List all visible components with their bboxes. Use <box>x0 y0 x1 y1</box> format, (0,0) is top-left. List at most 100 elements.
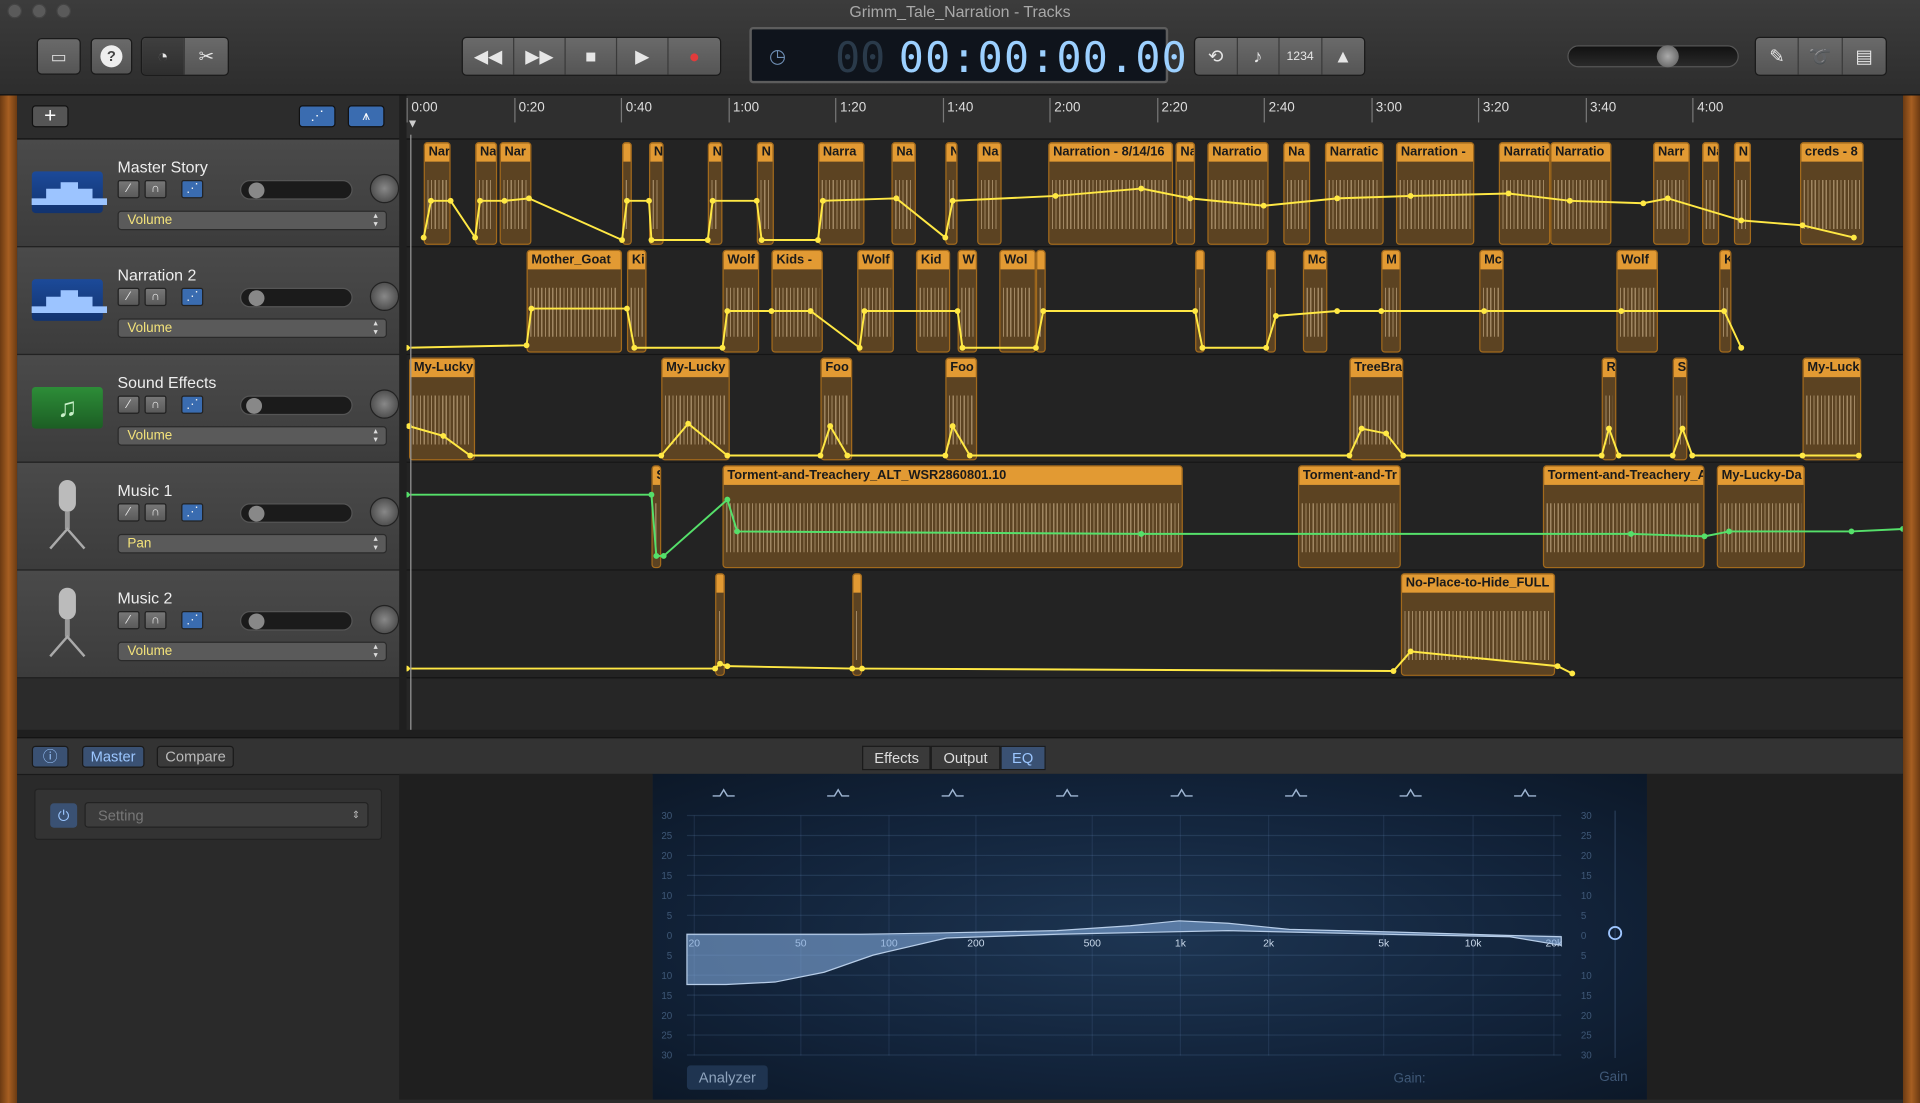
track-volume-slider[interactable] <box>240 180 353 200</box>
automation-point[interactable] <box>959 344 966 351</box>
automation-point[interactable] <box>861 308 868 314</box>
automation-point[interactable] <box>1199 344 1206 351</box>
automation-button[interactable]: ⋰ <box>181 287 204 307</box>
automation-point[interactable] <box>712 665 719 672</box>
mute-button[interactable]: ⁄ <box>117 287 140 307</box>
count-in-button[interactable]: 1234 <box>1280 37 1322 75</box>
track-header-sound-effects[interactable]: ♫ Sound Effects ⁄ ∩ ⋰ Volume <box>17 355 400 463</box>
pan-knob[interactable] <box>369 173 400 204</box>
automation-point[interactable] <box>704 237 711 243</box>
media-browser-button[interactable]: ▤ <box>1842 38 1885 75</box>
headphones-button[interactable]: ∩ <box>144 395 167 414</box>
automation-point[interactable] <box>1481 308 1488 314</box>
compare-button[interactable]: Compare <box>156 745 235 768</box>
peak-band-icon[interactable] <box>1056 788 1079 797</box>
automation-point[interactable] <box>1390 668 1397 674</box>
automation-button[interactable]: ⋰ <box>181 611 204 630</box>
track-volume-knob[interactable] <box>248 290 265 307</box>
add-track-button[interactable]: + <box>31 105 69 128</box>
automation-point[interactable] <box>827 423 834 430</box>
automation-point[interactable] <box>528 305 535 312</box>
playhead-line[interactable] <box>410 134 412 730</box>
record-button[interactable]: ● <box>669 38 720 75</box>
lowshelf-band-icon[interactable] <box>827 788 850 797</box>
headphones-button[interactable]: ∩ <box>144 180 167 199</box>
automation-point[interactable] <box>477 197 483 204</box>
automation-point[interactable] <box>815 237 821 243</box>
automation-point[interactable] <box>1606 425 1612 432</box>
track-volume-knob[interactable] <box>248 182 265 199</box>
tab-output[interactable]: Output <box>931 745 1000 771</box>
automation-point[interactable] <box>1032 344 1039 351</box>
automation-point[interactable] <box>440 432 447 439</box>
cycle-button[interactable]: ⟲ <box>1195 37 1238 75</box>
automation-parameter-select[interactable]: Volume <box>117 426 387 446</box>
headphones-button[interactable]: ∩ <box>144 503 167 522</box>
editors-button[interactable]: ✂ <box>185 38 228 75</box>
automation-button[interactable]: ⋰ <box>181 180 204 199</box>
smart-controls-button[interactable]: ◔ <box>142 37 185 75</box>
metronome-button[interactable]: ▲ <box>1322 38 1364 75</box>
automation-point[interactable] <box>1358 425 1365 432</box>
tab-eq[interactable]: EQ <box>999 745 1046 771</box>
tuner-button[interactable]: ♪ <box>1237 37 1280 75</box>
automation-point[interactable] <box>1618 308 1625 314</box>
tab-effects[interactable]: Effects <box>862 745 932 771</box>
mute-button[interactable]: ⁄ <box>117 503 140 522</box>
power-button[interactable]: ⏻ <box>50 803 78 828</box>
automation-point[interactable] <box>758 237 765 243</box>
automation-point[interactable] <box>1260 202 1267 209</box>
automation-button[interactable]: ⋰ <box>181 503 204 522</box>
automation-curve[interactable] <box>422 187 1855 242</box>
automation-point[interactable] <box>1738 217 1745 224</box>
automation-point[interactable] <box>1334 308 1341 314</box>
automation-point[interactable] <box>523 342 530 349</box>
automation-point[interactable] <box>1383 430 1390 437</box>
automation-point[interactable] <box>966 452 973 459</box>
automation-point[interactable] <box>734 528 741 535</box>
mute-button[interactable]: ⁄ <box>117 180 140 199</box>
automation-parameter-select[interactable]: Pan <box>117 533 387 554</box>
automation-point[interactable] <box>819 197 826 204</box>
automation-parameter-select[interactable]: Volume <box>117 641 387 662</box>
timeline-area[interactable]: NarNaNarNNNNarraNaNNaNarration - 8/14/16… <box>406 95 1903 730</box>
automation-point[interactable] <box>1407 648 1414 655</box>
fast-forward-button[interactable]: ▶▶ <box>514 37 566 75</box>
master-button[interactable]: Master <box>82 745 145 768</box>
track-header-narration-2[interactable]: ▂▅▇▅▂ Narration 2 ⁄ ∩ ⋰ Volume <box>17 247 400 356</box>
track-volume-slider[interactable] <box>240 395 353 416</box>
automation-point[interactable] <box>624 305 630 312</box>
automation-point[interactable] <box>724 452 731 459</box>
automation-point[interactable] <box>719 344 726 351</box>
track-header-music-1[interactable]: Music 1 ⁄ ∩ ⋰ Pan <box>17 462 400 571</box>
automation-parameter-select[interactable]: Volume <box>117 318 387 338</box>
automation-point[interactable] <box>1899 526 1903 532</box>
help-button[interactable]: ? <box>90 37 133 75</box>
automation-point[interactable] <box>1669 452 1676 459</box>
automation-point[interactable] <box>1407 192 1414 199</box>
automation-point[interactable] <box>1799 452 1806 459</box>
automation-point[interactable] <box>1615 452 1622 459</box>
mute-button[interactable]: ⁄ <box>117 611 140 630</box>
automation-point[interactable] <box>807 308 814 314</box>
automation-point[interactable] <box>949 197 956 204</box>
automation-point[interactable] <box>428 197 434 204</box>
pan-knob[interactable] <box>369 604 400 635</box>
automation-toggle-button[interactable]: ⋰ <box>298 105 336 128</box>
master-volume-slider[interactable] <box>1567 45 1739 68</box>
automation-point[interactable] <box>1505 190 1512 197</box>
automation-point[interactable] <box>942 452 949 459</box>
automation-point[interactable] <box>709 197 716 204</box>
highcut-band-icon[interactable] <box>1514 788 1537 797</box>
automation-point[interactable] <box>893 195 900 202</box>
setting-dropdown[interactable]: Setting ⇕ <box>84 802 369 828</box>
pan-knob[interactable] <box>369 281 400 312</box>
automation-point[interactable] <box>1738 344 1745 351</box>
lcd-display[interactable]: ◷ 00 00:00:00.00 <box>749 26 1187 84</box>
peak-band-icon[interactable] <box>1285 788 1308 797</box>
automation-point[interactable] <box>1799 222 1806 229</box>
automation-point[interactable] <box>406 665 410 672</box>
automation-parameter-select[interactable]: Volume <box>117 210 387 231</box>
automation-point[interactable] <box>1848 528 1855 535</box>
automation-point[interactable] <box>717 660 723 667</box>
